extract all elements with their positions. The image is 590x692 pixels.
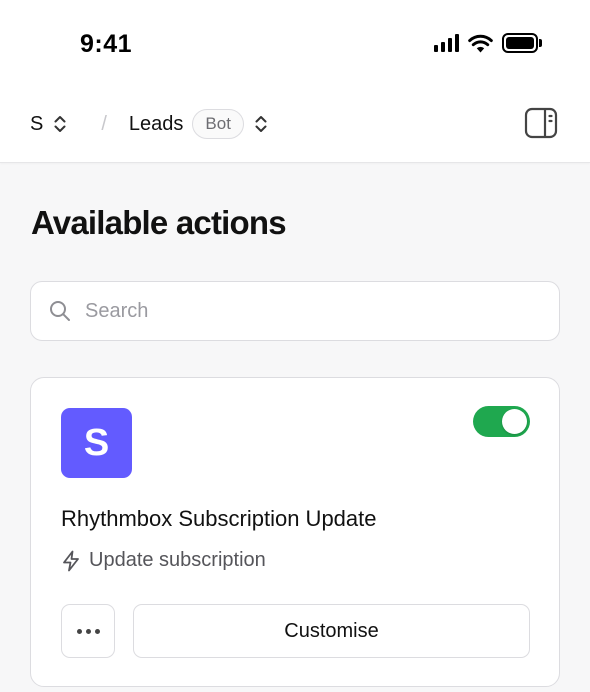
page-selector[interactable]: Leads Bot <box>129 109 268 139</box>
page-label: Leads <box>128 112 184 135</box>
lightning-icon <box>63 550 79 571</box>
action-enabled-toggle[interactable] <box>473 406 530 437</box>
action-title: Rhythmbox Subscription Update <box>61 506 377 531</box>
chevron-up-down-icon <box>254 114 268 134</box>
action-subtitle: Update subscription <box>61 549 266 572</box>
search-icon <box>50 301 70 321</box>
action-card: S Rhythmbox Subscription Update Update s… <box>30 377 560 687</box>
status-icons <box>434 33 542 53</box>
chevron-up-down-icon <box>53 114 67 134</box>
action-subtitle-text: Update subscription <box>89 549 266 571</box>
battery-icon <box>502 33 542 53</box>
signal-icon <box>434 34 459 52</box>
search-input[interactable] <box>85 299 525 323</box>
more-options-button[interactable] <box>61 604 115 658</box>
wifi-icon <box>468 34 493 52</box>
app-logo-letter: S <box>83 421 110 464</box>
status-time: 9:41 <box>80 30 133 58</box>
customise-button[interactable]: Customise <box>133 604 530 658</box>
search-box[interactable] <box>30 281 560 341</box>
breadcrumb: S / Leads Bot <box>30 109 268 139</box>
more-horizontal-icon <box>76 628 82 634</box>
toggle-knob <box>502 409 527 434</box>
toggle-sidebar-button[interactable] <box>524 107 558 139</box>
workspace-selector[interactable]: S <box>30 113 67 136</box>
bot-badge: Bot <box>192 109 244 139</box>
app-logo: S <box>61 408 132 478</box>
page-title: Available actions <box>31 204 287 241</box>
sidebar-panel-icon <box>524 107 558 139</box>
breadcrumb-separator: / <box>101 112 107 135</box>
workspace-label: S <box>30 112 44 135</box>
top-bar: 9:41 S / Leads Bot <box>0 0 590 163</box>
